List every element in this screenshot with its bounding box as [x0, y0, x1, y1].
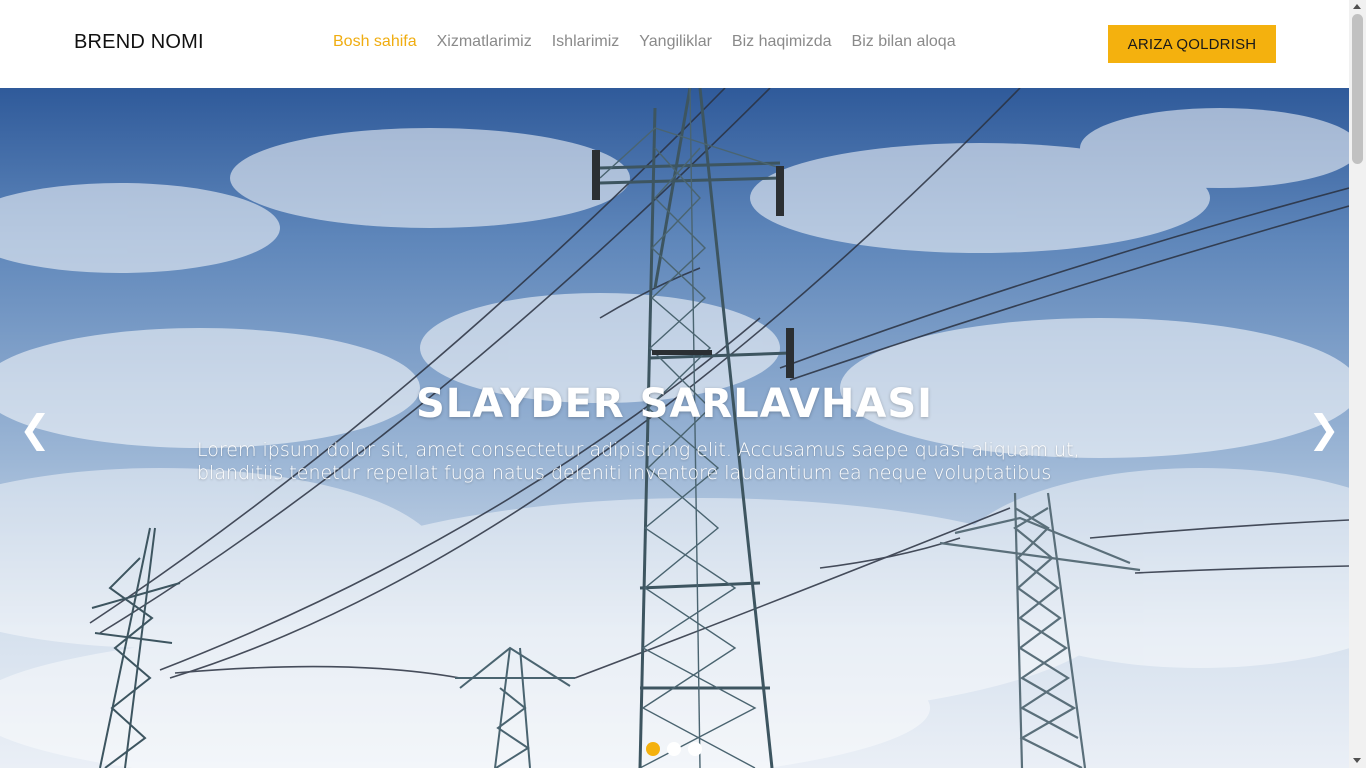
chevron-left-icon[interactable]: ❮ — [19, 410, 51, 448]
slide-description: Lorem ipsum dolor sit, amet consectetur … — [197, 439, 1080, 484]
scrollbar-thumb[interactable] — [1352, 14, 1363, 164]
nav-item-home[interactable]: Bosh sahifa — [333, 33, 417, 51]
slide-indicator-1[interactable] — [646, 742, 660, 756]
page-scrollbar[interactable] — [1349, 0, 1366, 768]
slide-indicator-3[interactable] — [688, 742, 702, 756]
site-header: BREND NOMI Bosh sahifa Xizmatlarimiz Ish… — [0, 0, 1349, 88]
slide-background-image — [0, 88, 1349, 768]
scroll-down-icon[interactable] — [1353, 758, 1361, 763]
slider-indicators — [646, 742, 702, 756]
hero-slider: SLAYDER SARLAVHASI Lorem ipsum dolor sit… — [0, 88, 1349, 768]
apply-button[interactable]: ARIZA QOLDRISH — [1108, 25, 1276, 63]
nav-item-about[interactable]: Biz haqimizda — [732, 33, 832, 51]
slide-indicator-2[interactable] — [667, 742, 681, 756]
brand-logo[interactable]: BREND NOMI — [74, 31, 204, 54]
scroll-up-icon[interactable] — [1353, 4, 1361, 9]
main-nav: Bosh sahifa Xizmatlarimiz Ishlarimiz Yan… — [333, 33, 956, 51]
nav-item-contact[interactable]: Biz bilan aloqa — [852, 33, 956, 51]
chevron-right-icon[interactable]: ❯ — [1308, 410, 1340, 448]
nav-item-services[interactable]: Xizmatlarimiz — [437, 33, 532, 51]
nav-item-works[interactable]: Ishlarimiz — [552, 33, 620, 51]
nav-item-news[interactable]: Yangiliklar — [639, 33, 712, 51]
slide-title: SLAYDER SARLAVHASI — [415, 381, 934, 427]
